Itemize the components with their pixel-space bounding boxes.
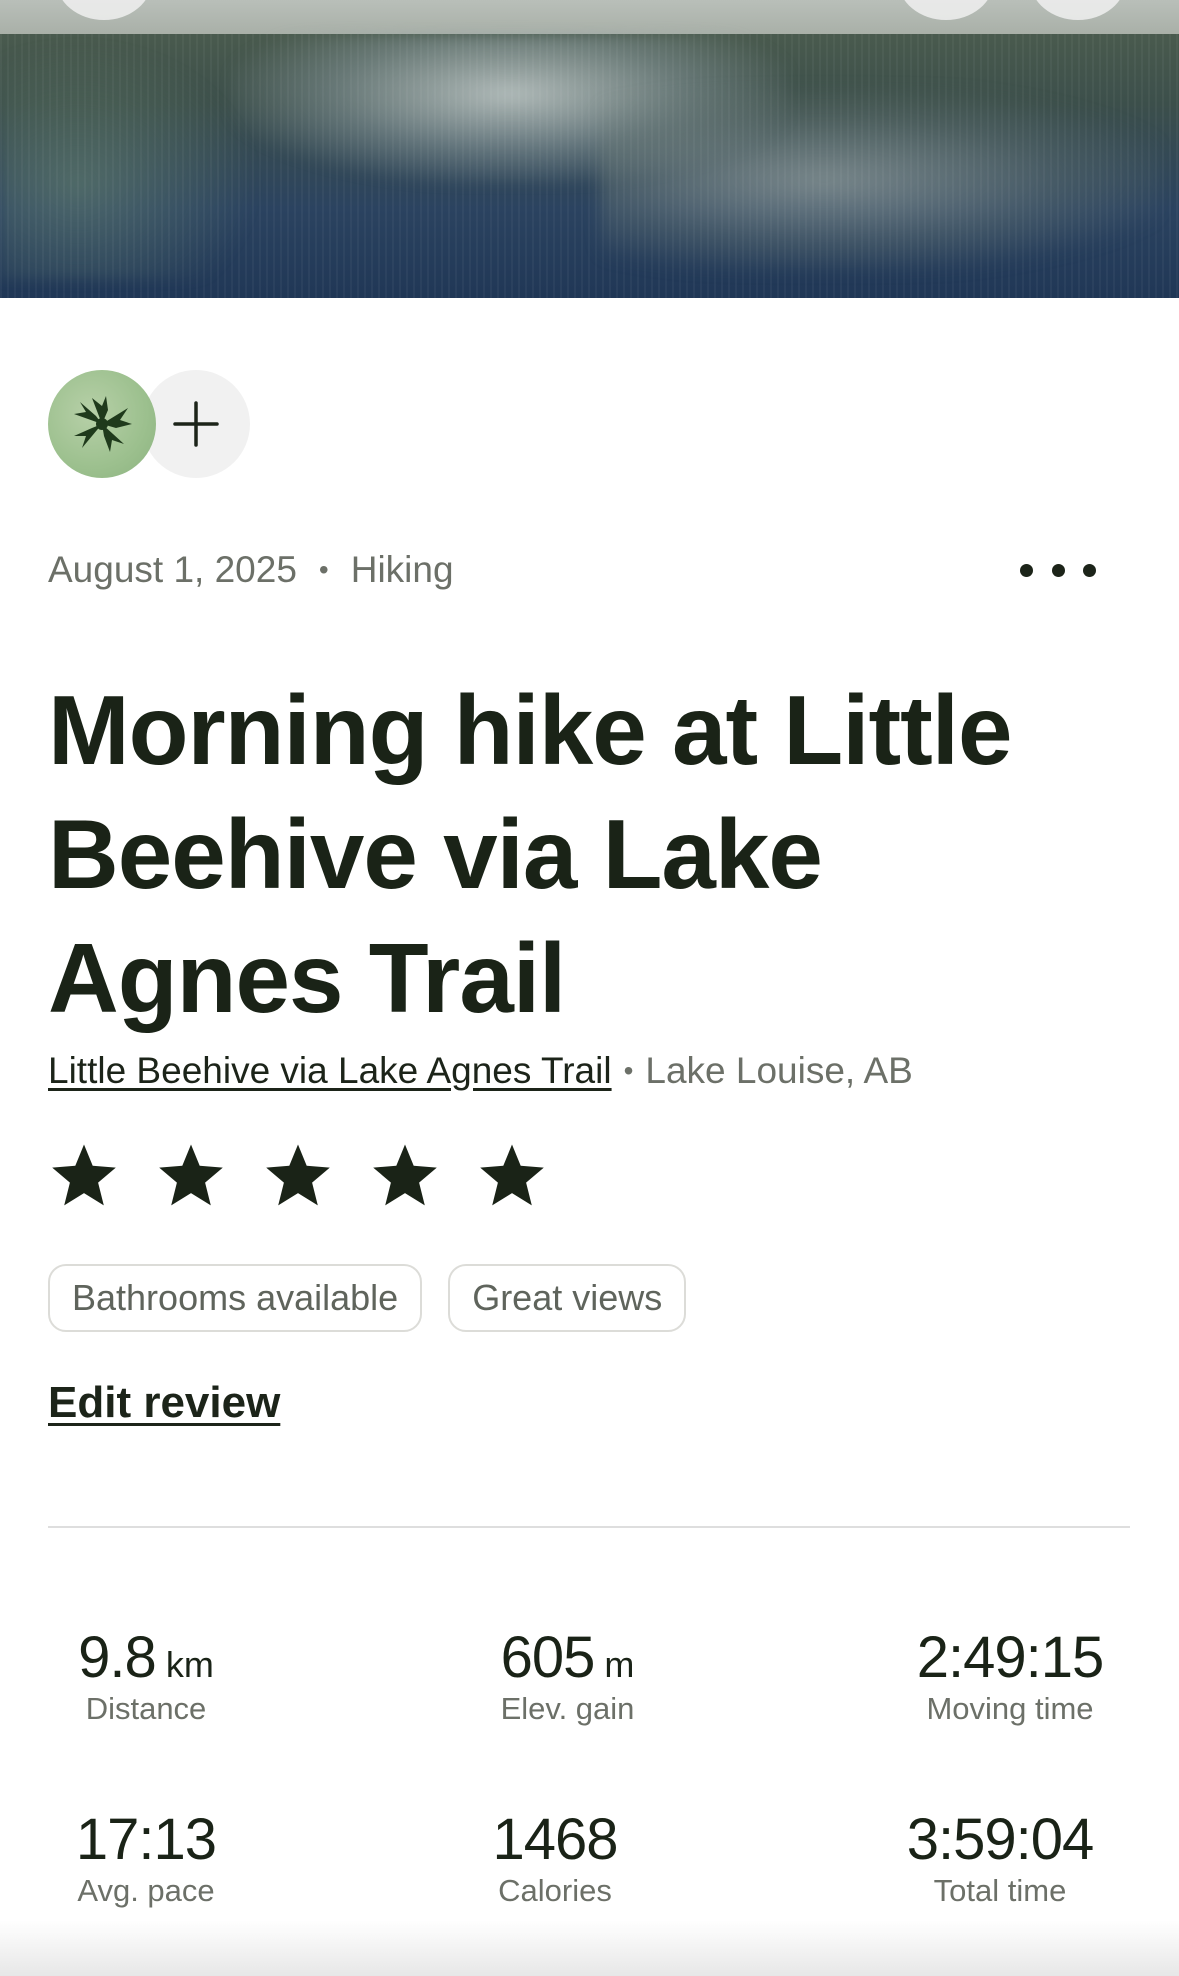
stat-unit: m	[604, 1644, 635, 1685]
add-companion-button[interactable]	[142, 370, 250, 478]
stat-calories: 1468 Calories	[460, 1806, 650, 1909]
star-icon[interactable]	[369, 1140, 441, 1212]
stat-label: Calories	[498, 1873, 612, 1908]
trail-link[interactable]: Little Beehive via Lake Agnes Trail	[48, 1050, 612, 1092]
stat-unit: km	[165, 1644, 214, 1685]
meta-separator: •	[318, 554, 329, 585]
section-divider	[48, 1526, 1130, 1528]
star-icon[interactable]	[262, 1140, 334, 1212]
trail-location-line: Little Beehive via Lake Agnes Trail • La…	[48, 1046, 913, 1096]
activity-meta: August 1, 2025 • Hiking	[48, 546, 454, 594]
stat-elevation-gain: 605 m Elev. gain	[460, 1624, 675, 1727]
stat-avg-pace: 17:13 Avg. pace	[40, 1806, 252, 1909]
stat-label: Avg. pace	[77, 1873, 215, 1908]
photo-top-strip	[0, 0, 1179, 34]
activity-detail-screen: August 1, 2025 • Hiking Morning hike at …	[0, 0, 1179, 1976]
trail-separator: •	[623, 1055, 634, 1086]
bottom-scroll-fade	[0, 1920, 1179, 1976]
stat-distance: 9.8 km Distance	[40, 1624, 252, 1727]
stat-label: Distance	[85, 1691, 207, 1726]
activity-date: August 1, 2025	[48, 549, 297, 590]
stat-value: 17:13	[75, 1807, 217, 1872]
tag-chip: Great views	[448, 1264, 687, 1332]
star-icon[interactable]	[155, 1140, 227, 1212]
stat-label: Total time	[933, 1873, 1067, 1908]
trail-location: Lake Louise, AB	[645, 1050, 913, 1091]
activity-type: Hiking	[350, 549, 454, 590]
activity-title: Morning hike at Little Beehive via Lake …	[48, 675, 1012, 1033]
stat-label: Moving time	[926, 1691, 1094, 1726]
edit-review-link[interactable]: Edit review	[48, 1378, 280, 1428]
stat-moving-time: 2:49:15 Moving time	[900, 1624, 1120, 1727]
user-avatar[interactable]	[48, 370, 156, 478]
stat-value: 9.8	[78, 1625, 157, 1690]
star-icon[interactable]	[476, 1140, 548, 1212]
stat-label: Elev. gain	[500, 1691, 635, 1726]
hero-photo[interactable]	[0, 0, 1179, 298]
stat-value: 2:49:15	[916, 1625, 1105, 1690]
stat-total-time: 3:59:04 Total time	[880, 1806, 1120, 1909]
tag-chip: Bathrooms available	[48, 1264, 423, 1332]
rating-stars[interactable]	[48, 1140, 583, 1216]
review-tags: Bathrooms available Great views	[48, 1264, 712, 1332]
leaf-avatar-icon	[74, 396, 132, 452]
star-icon[interactable]	[48, 1140, 120, 1212]
more-horizontal-icon	[1020, 563, 1033, 577]
stat-value: 605	[500, 1625, 596, 1690]
stat-value: 1468	[492, 1807, 618, 1872]
stat-value: 3:59:04	[906, 1807, 1095, 1872]
plus-icon	[173, 401, 219, 447]
more-options-button[interactable]	[1020, 548, 1096, 592]
